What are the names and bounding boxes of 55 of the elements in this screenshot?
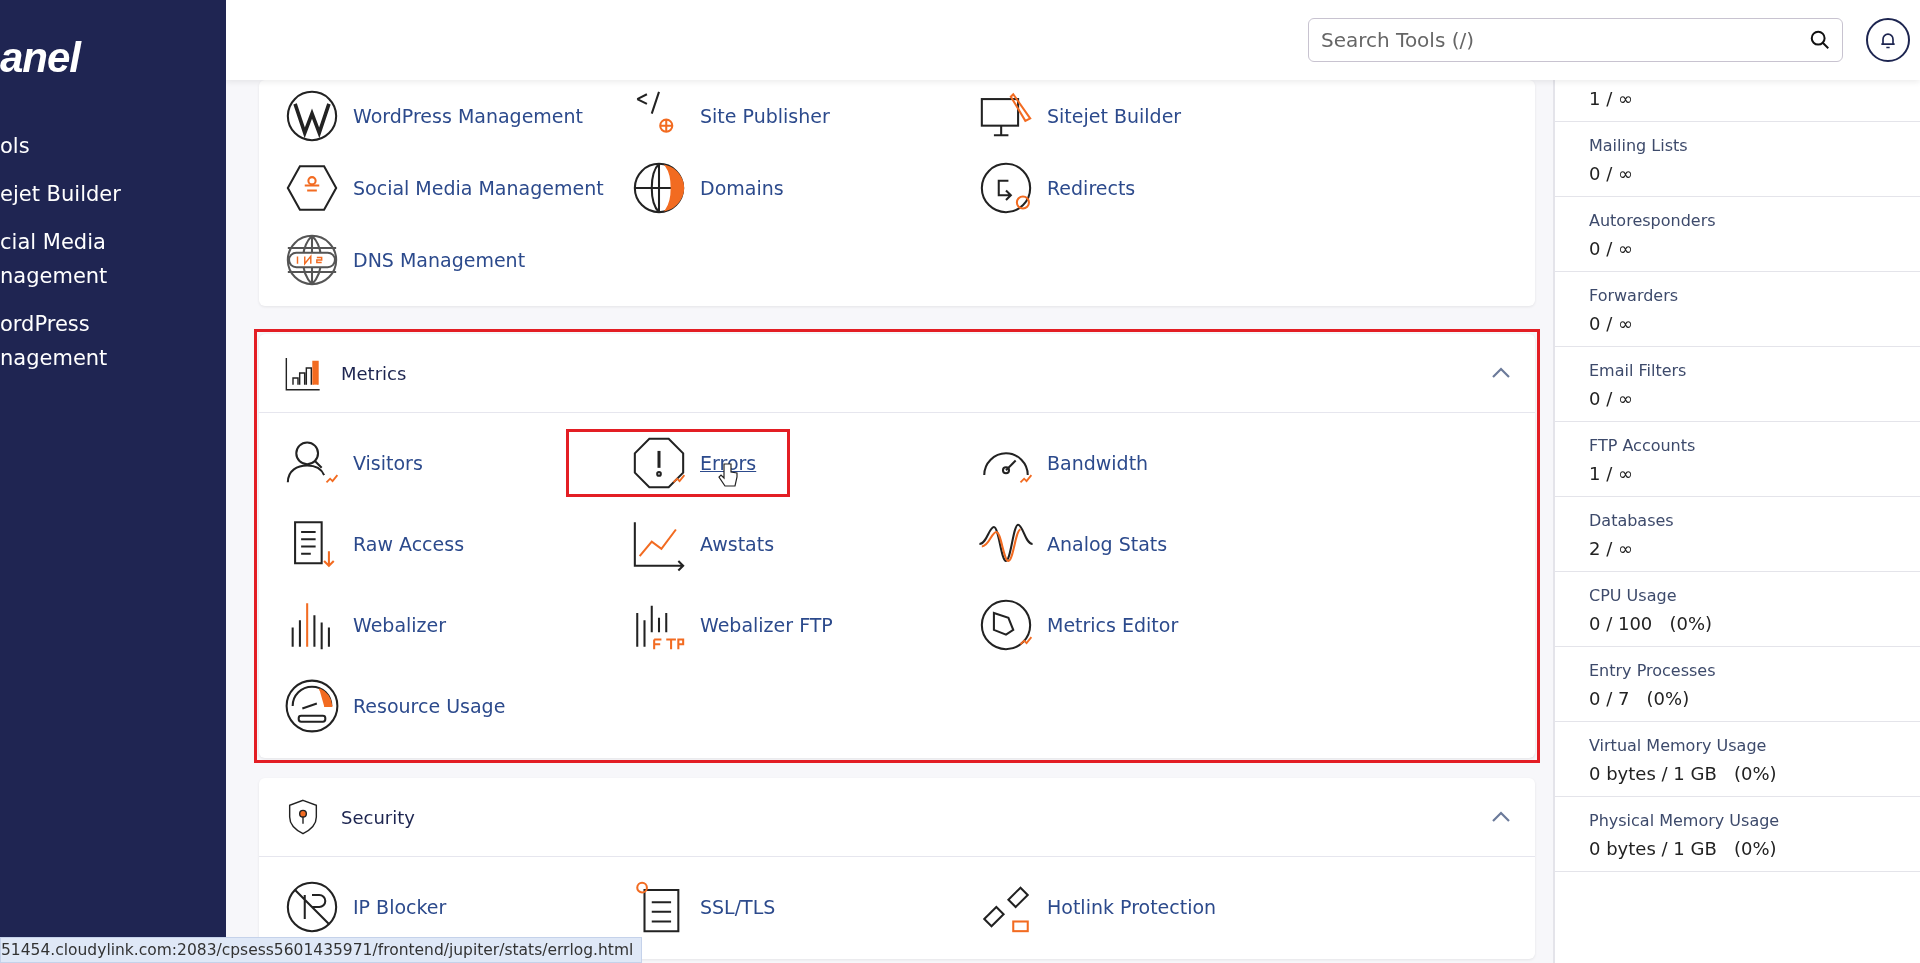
stat-value: 1 / ∞ bbox=[1589, 463, 1634, 484]
tool-link[interactable]: Sitejet Builder bbox=[977, 87, 1182, 145]
stat-label: Mailing Lists bbox=[1589, 136, 1689, 155]
bell-icon bbox=[1878, 30, 1898, 50]
notification-button[interactable] bbox=[1866, 18, 1910, 62]
stat-value: 0 / ∞ bbox=[1589, 313, 1634, 334]
tool-link[interactable]: Webalizer bbox=[283, 595, 447, 654]
sidebar-item[interactable]: ejet Builder bbox=[0, 170, 150, 218]
tool-link[interactable]: WordPress Management bbox=[283, 87, 584, 145]
section-title: Security bbox=[341, 806, 416, 828]
stat-value: 0 bytes / 1 GB (0%) bbox=[1589, 838, 1778, 859]
tool-link[interactable]: IP Blocker bbox=[283, 877, 447, 936]
tool-link[interactable]: Redirects bbox=[977, 159, 1136, 217]
stat-label: Forwarders bbox=[1589, 286, 1680, 305]
tool-link[interactable]: Awstats bbox=[630, 514, 775, 573]
stat-value: 1 / ∞ bbox=[1589, 88, 1634, 109]
sidebar-item[interactable]: ols bbox=[0, 122, 150, 170]
tool-link[interactable]: Raw Access bbox=[283, 514, 465, 573]
tool-link[interactable]: Resource Usage bbox=[283, 676, 506, 735]
tool-link[interactable]: Domains bbox=[630, 159, 784, 217]
stat-value: 0 / ∞ bbox=[1589, 238, 1634, 259]
tool-link[interactable]: Hotlink Protection bbox=[977, 877, 1217, 936]
section-title: Metrics bbox=[341, 362, 408, 384]
stat-label: Databases bbox=[1589, 511, 1675, 530]
tool-link[interactable]: Site Publisher bbox=[630, 87, 830, 145]
stat-value: 0 / ∞ bbox=[1589, 163, 1634, 184]
logo: anel bbox=[0, 34, 83, 82]
stat-label: FTP Accounts bbox=[1589, 436, 1697, 455]
tool-link[interactable]: Errors bbox=[566, 428, 791, 497]
tool-link[interactable]: Webalizer FTP bbox=[630, 595, 833, 654]
tool-link[interactable]: Metrics Editor bbox=[977, 595, 1179, 654]
stat-label: Virtual Memory Usage bbox=[1589, 736, 1768, 755]
sidebar-item[interactable]: cial Media nagement bbox=[0, 218, 150, 300]
stat-value: 0 / ∞ bbox=[1589, 388, 1634, 409]
tool-link[interactable]: SSL/TLS bbox=[630, 877, 776, 936]
stat-value: 0 / 100 (0%) bbox=[1589, 613, 1714, 634]
search-icon bbox=[1809, 29, 1831, 51]
tool-link[interactable]: Analog Stats bbox=[977, 514, 1168, 573]
chevron-up-icon[interactable] bbox=[1491, 811, 1511, 823]
sidebar-item[interactable]: ordPress nagement bbox=[0, 300, 150, 382]
tool-link[interactable]: Bandwidth bbox=[977, 433, 1149, 492]
stat-value: 0 bytes / 1 GB (0%) bbox=[1589, 763, 1778, 784]
chevron-up-icon[interactable] bbox=[1491, 367, 1511, 379]
tool-link[interactable]: Social Media Management bbox=[283, 159, 604, 217]
stat-value: 0 / 7 (0%) bbox=[1589, 688, 1691, 709]
stat-value: 2 / ∞ bbox=[1589, 538, 1634, 559]
tool-link[interactable]: DNS Management bbox=[283, 231, 526, 289]
stat-label: CPU Usage bbox=[1589, 586, 1678, 605]
tool-link[interactable]: Visitors bbox=[283, 433, 423, 492]
stat-label: Autoresponders bbox=[1589, 211, 1717, 230]
stat-label: Email Filters bbox=[1589, 361, 1688, 380]
status-url: 51454.cloudylink.com:2083/cpsess5601435971/frontend/jupiter/stats/errlog.html bbox=[0, 937, 643, 963]
stat-label: Physical Memory Usage bbox=[1589, 811, 1781, 830]
stat-label: Entry Processes bbox=[1589, 661, 1717, 680]
search-field[interactable]: Search Tools (/) bbox=[1308, 18, 1843, 62]
